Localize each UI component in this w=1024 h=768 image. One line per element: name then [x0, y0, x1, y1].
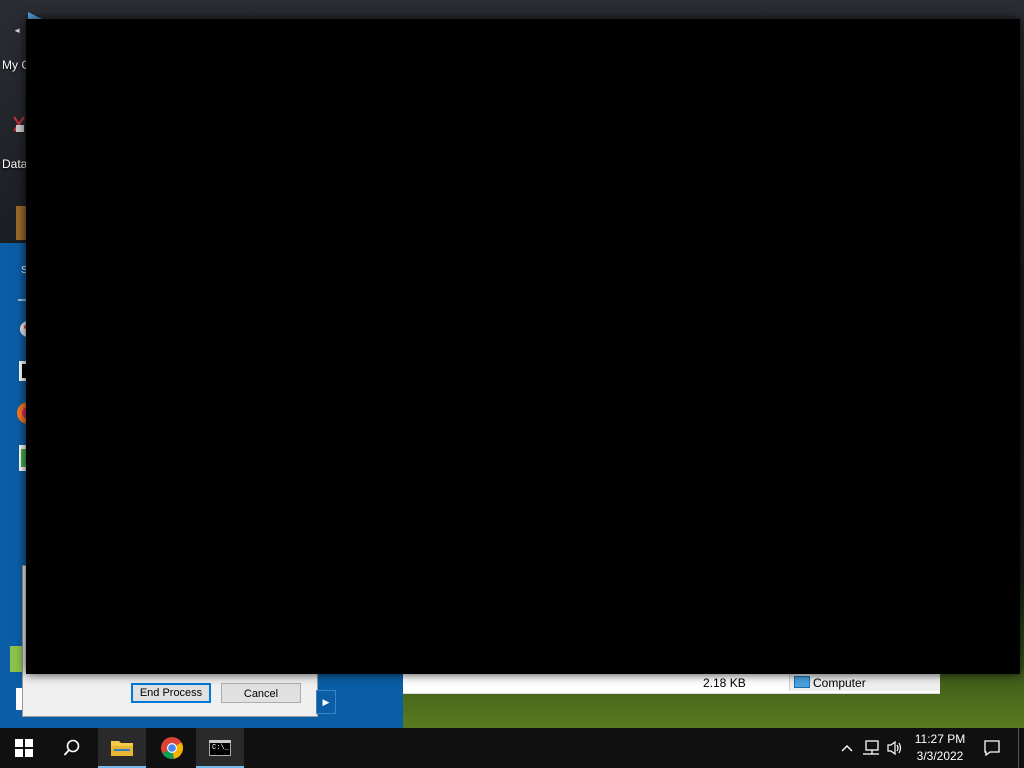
volume-icon[interactable] — [884, 728, 906, 768]
start-menu-green-tile[interactable] — [10, 646, 22, 672]
shortcut-arrow-icon — [14, 28, 20, 33]
taskbar: C:\_ 11:27 PM 3/3/2022 — [0, 728, 1024, 768]
file-explorer-status-bar: 2.18 KB Computer — [403, 672, 940, 694]
clock-date: 3/3/2022 — [916, 749, 964, 763]
command-prompt-icon: C:\_ — [209, 740, 231, 756]
end-process-button[interactable]: End Process — [131, 683, 211, 703]
cancel-button[interactable]: Cancel — [221, 683, 301, 703]
show-hidden-icons-chevron-icon[interactable] — [838, 728, 856, 768]
system-clock[interactable]: 11:27 PM 3/3/2022 — [906, 731, 974, 765]
taskbar-file-explorer[interactable] — [98, 728, 146, 768]
chrome-icon — [161, 737, 183, 759]
start-menu-divider — [18, 299, 26, 301]
taskbar-command-prompt[interactable]: C:\_ — [196, 728, 244, 768]
show-desktop-button[interactable] — [1018, 728, 1024, 768]
desktop-icon-label: Data — [2, 157, 28, 171]
search-icon — [63, 739, 80, 756]
file-size-text: 2.18 KB — [703, 676, 746, 690]
location-pane[interactable]: Computer — [789, 674, 940, 691]
clock-time: 11:27 PM — [914, 732, 966, 746]
notification-center-icon[interactable] — [978, 728, 1006, 768]
start-button[interactable] — [0, 728, 48, 768]
location-label: Computer — [813, 676, 866, 690]
taskbar-chrome[interactable] — [148, 728, 196, 768]
scroll-right-arrow-icon[interactable]: ▶ — [316, 690, 336, 714]
folder-icon — [111, 741, 133, 756]
desktop-icon-partial[interactable] — [16, 206, 26, 240]
desktop: My C Data S 2.18 KB Computer End Process… — [0, 0, 1024, 728]
search-button[interactable] — [48, 728, 96, 768]
network-icon[interactable] — [860, 728, 882, 768]
blank-black-window[interactable] — [26, 19, 1020, 674]
cmd-icon-text: C:\_ — [212, 744, 229, 752]
windows-logo-icon — [15, 739, 33, 757]
computer-icon — [794, 676, 810, 688]
